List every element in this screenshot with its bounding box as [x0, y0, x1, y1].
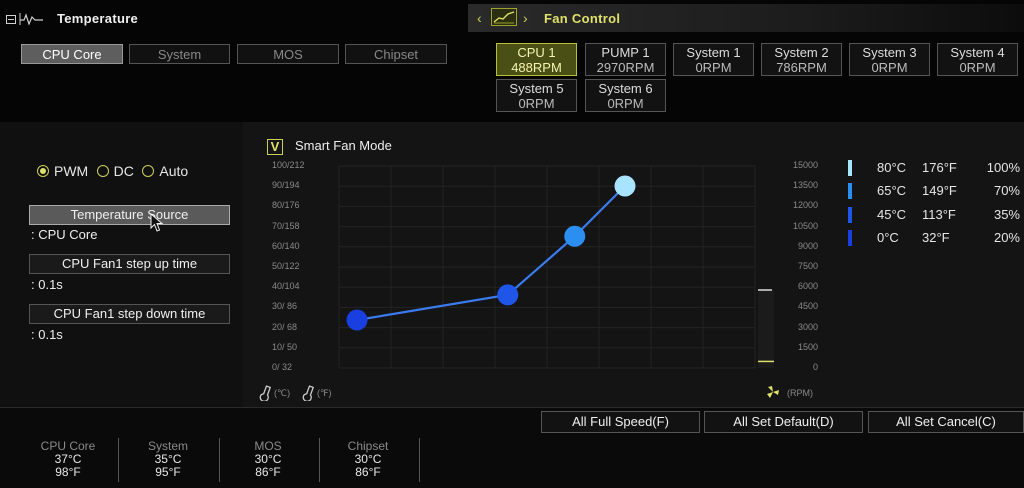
chart-grid	[338, 165, 756, 369]
temp-readout-chipset: Chipset 30°C 86°F	[328, 440, 408, 479]
legend-swatch	[848, 183, 852, 199]
right-unit: (RPM)	[787, 388, 813, 398]
thermometer-icon-celsius	[259, 385, 272, 406]
all-full-speed-button[interactable]: All Full Speed(F)	[541, 411, 700, 433]
divider	[118, 438, 119, 482]
temp-readout-system: System 35°C 95°F	[128, 440, 208, 479]
legend-fahrenheit: 113°F	[922, 207, 956, 222]
divider	[419, 438, 420, 482]
fan-curve-point[interactable]	[614, 175, 636, 197]
temp-fahrenheit: 86°F	[255, 465, 281, 479]
divider	[319, 438, 320, 482]
legend-percent: 100%	[986, 160, 1020, 175]
fan-curve-point[interactable]	[564, 225, 586, 247]
temp-readout-mos: MOS 30°C 86°F	[228, 440, 308, 479]
rpm-gauge	[758, 289, 774, 368]
rpm-gauge-track	[758, 290, 774, 368]
legend-celsius: 65°C	[877, 183, 907, 198]
legend-swatch	[848, 207, 852, 223]
all-set-cancel-button[interactable]: All Set Cancel(C)	[868, 411, 1024, 433]
legend-fahrenheit: 176°F	[922, 160, 957, 175]
all-set-default-button[interactable]: All Set Default(D)	[704, 411, 863, 433]
legend-swatch	[848, 160, 852, 176]
temp-fahrenheit: 86°F	[355, 465, 381, 479]
legend-celsius: 80°C	[877, 160, 907, 175]
legend-celsius: 45°C	[877, 207, 907, 222]
fan-curve-point[interactable]	[346, 309, 368, 331]
fan-curve-point[interactable]	[497, 284, 519, 306]
thermometer-icon-fahrenheit	[302, 385, 315, 406]
legend-celsius: 0°C	[877, 230, 899, 245]
legend-percent: 20%	[993, 230, 1020, 245]
legend-swatch	[848, 230, 852, 246]
temp-fahrenheit: 95°F	[155, 465, 181, 479]
fan-icon	[765, 385, 781, 404]
legend-percent: 35%	[993, 207, 1020, 222]
temp-fahrenheit: 98°F	[55, 465, 81, 479]
legend-percent: 70%	[993, 183, 1020, 198]
divider	[219, 438, 220, 482]
legend-fahrenheit: 32°F	[922, 230, 950, 245]
left-unit-c: (℃)	[274, 388, 291, 398]
left-unit-f: (℉)	[317, 388, 332, 398]
temp-readout-cpu-core: CPU Core 37°C 98°F	[28, 440, 108, 479]
legend-fahrenheit: 149°F	[922, 183, 957, 198]
